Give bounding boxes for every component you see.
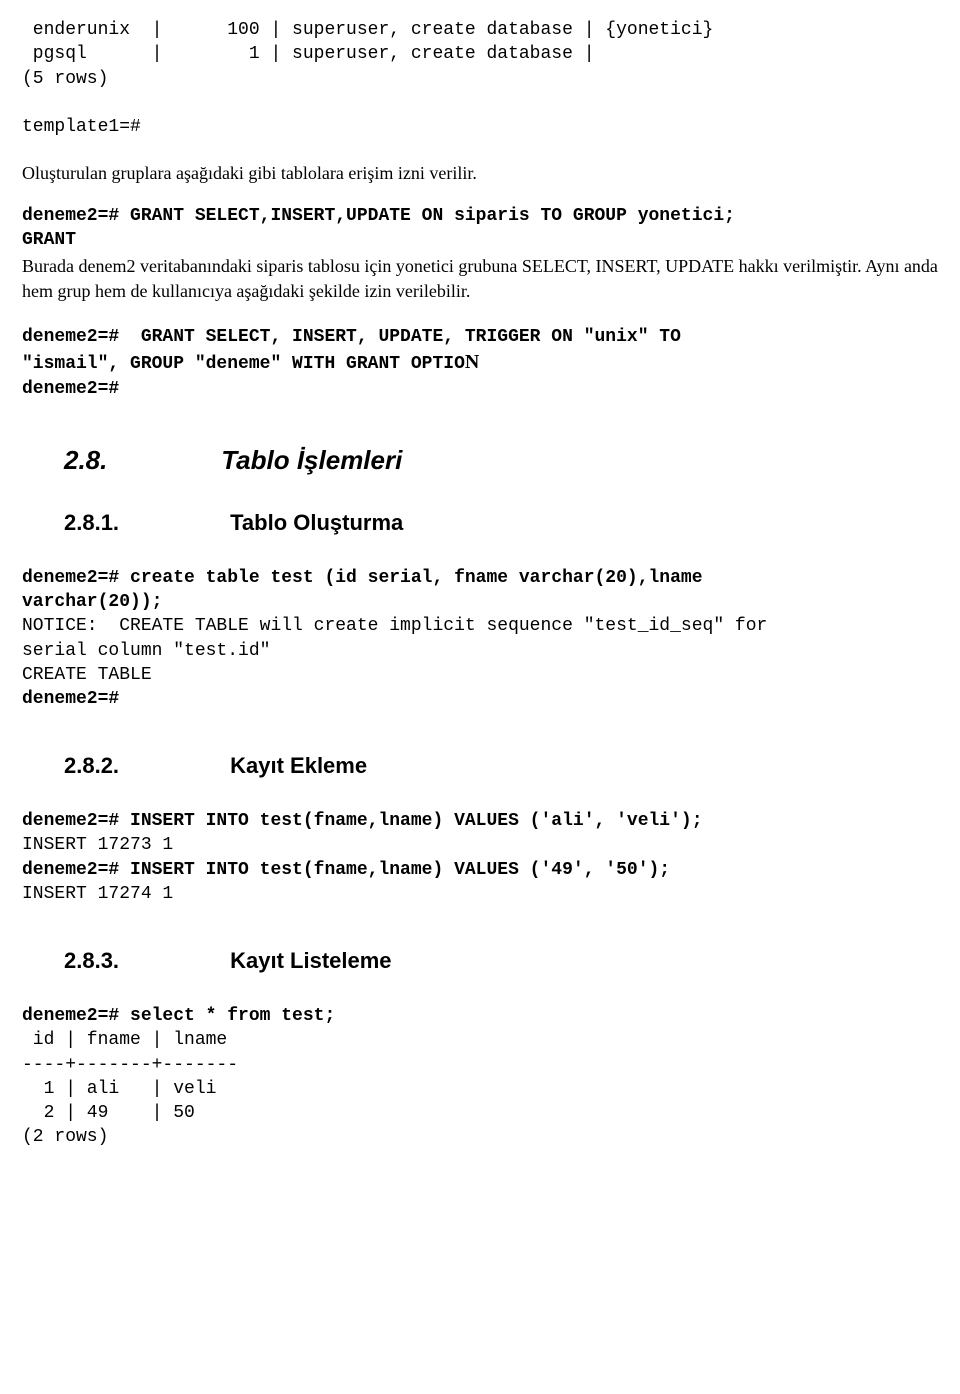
code-select-l5: 2 | 49 | 50 — [22, 1101, 938, 1125]
code-select-l3: ----+-------+------- — [22, 1053, 938, 1077]
code-select-l6: (2 rows) — [22, 1125, 938, 1149]
paragraph-grant-explain: Burada denem2 veritabanındaki siparis ta… — [22, 254, 938, 303]
code-create-l1: deneme2=# create table test (id serial, … — [22, 566, 938, 590]
code-grant2-line1: deneme2=# GRANT SELECT, INSERT, UPDATE, … — [22, 325, 938, 349]
code-select-l1: deneme2=# select * from test; — [22, 1004, 938, 1028]
code-select-l4: 1 | ali | veli — [22, 1077, 938, 1101]
code-create-l6: deneme2=# — [22, 687, 938, 711]
code-grant2-line2: "ismail", GROUP "deneme" WITH GRANT OPTI… — [22, 349, 938, 376]
section-2-8-heading: 2.8. Tablo İşlemleri — [64, 443, 938, 478]
paragraph-grant-intro: Oluşturulan gruplara aşağıdaki gibi tabl… — [22, 161, 938, 185]
code-create-l5: CREATE TABLE — [22, 663, 938, 687]
code-grant1-line2: GRANT — [22, 228, 938, 252]
code-output-top: enderunix | 100 | superuser, create data… — [22, 18, 938, 139]
code-create-l4: serial column "test.id" — [22, 639, 938, 663]
code-select-l2: id | fname | lname — [22, 1028, 938, 1052]
section-2-8-number: 2.8. — [64, 443, 214, 478]
section-2-8-2-heading: 2.8.2. Kayıt Ekleme — [64, 751, 938, 781]
section-2-8-1-number: 2.8.1. — [64, 508, 224, 538]
section-2-8-3-heading: 2.8.3. Kayıt Listeleme — [64, 946, 938, 976]
section-2-8-2-number: 2.8.2. — [64, 751, 224, 781]
section-2-8-title: Tablo İşlemleri — [221, 445, 402, 475]
code-insert-l3: deneme2=# INSERT INTO test(fname,lname) … — [22, 858, 938, 882]
section-2-8-3-title: Kayıt Listeleme — [230, 948, 391, 973]
section-2-8-1-title: Tablo Oluşturma — [230, 510, 403, 535]
code-insert-l4: INSERT 17274 1 — [22, 882, 938, 906]
code-grant1-line1: deneme2=# GRANT SELECT,INSERT,UPDATE ON … — [22, 204, 938, 228]
code-insert-l1: deneme2=# INSERT INTO test(fname,lname) … — [22, 809, 938, 833]
code-insert-l2: INSERT 17273 1 — [22, 833, 938, 857]
code-grant2-line3: deneme2=# — [22, 377, 938, 401]
section-2-8-1-heading: 2.8.1. Tablo Oluşturma — [64, 508, 938, 538]
code-create-l3: NOTICE: CREATE TABLE will create implici… — [22, 614, 938, 638]
section-2-8-3-number: 2.8.3. — [64, 946, 224, 976]
code-create-l2: varchar(20)); — [22, 590, 938, 614]
section-2-8-2-title: Kayıt Ekleme — [230, 753, 367, 778]
